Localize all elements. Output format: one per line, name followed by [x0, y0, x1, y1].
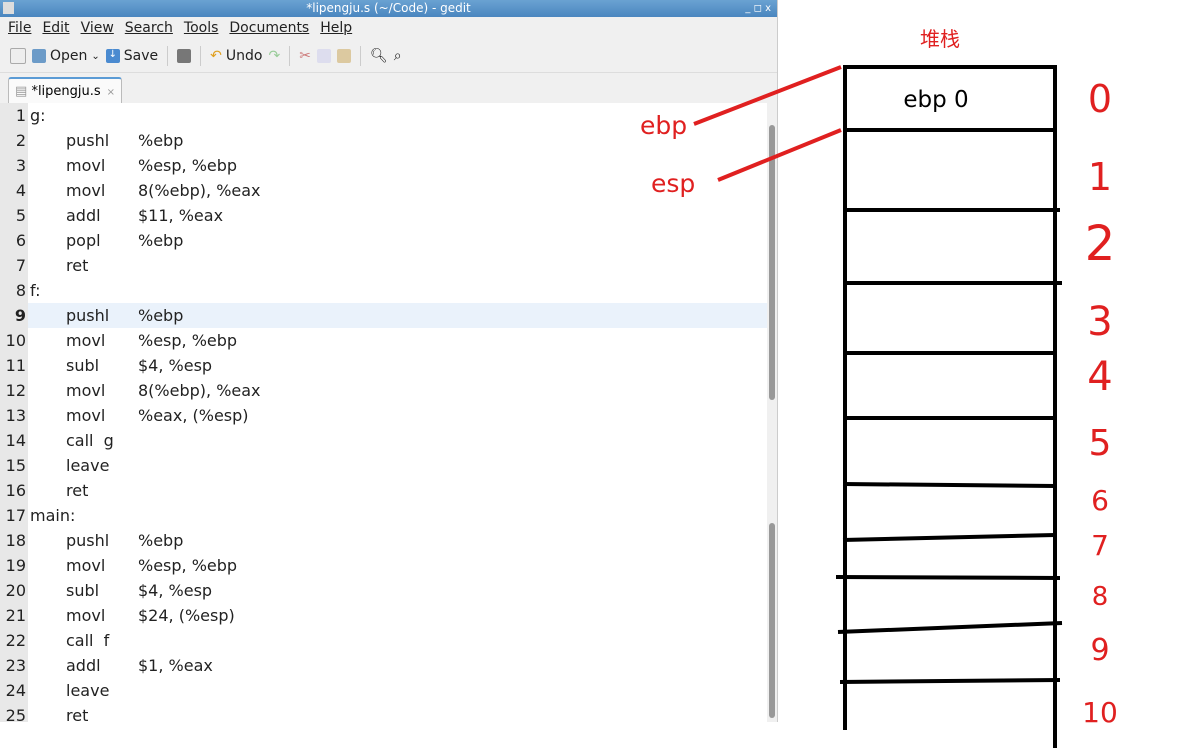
- stack-divider: [839, 678, 1061, 684]
- stack-title: 堆栈: [920, 27, 960, 51]
- stack-index: 4: [1087, 354, 1112, 400]
- stack-index: 8: [1092, 582, 1109, 612]
- stack-divider: [837, 621, 1063, 634]
- stack-index: 3: [1087, 299, 1112, 345]
- stack-index: 10: [1082, 696, 1118, 729]
- esp-label: esp: [651, 169, 695, 198]
- stack-diagram: 堆栈 ebp 0 ebp esp 0 1 2 3 4 5 6 7 8 9 10: [640, 27, 1118, 748]
- stack-index: 6: [1091, 484, 1109, 517]
- ebp-pointer-line: [693, 65, 842, 126]
- stack-index: 1: [1088, 155, 1112, 199]
- stack-index: 5: [1089, 423, 1112, 464]
- stack-index: 7: [1091, 529, 1109, 562]
- esp-pointer-line: [717, 128, 842, 182]
- stack-divider: [842, 533, 1056, 542]
- stack-index: 9: [1090, 633, 1109, 668]
- stack-index: 0: [1088, 77, 1112, 121]
- stack-divider: [842, 482, 1056, 488]
- stack-divider: [835, 575, 1061, 580]
- stack-cell-label: ebp 0: [903, 87, 968, 113]
- stack-index: 2: [1085, 216, 1116, 272]
- ebp-label: ebp: [640, 111, 687, 140]
